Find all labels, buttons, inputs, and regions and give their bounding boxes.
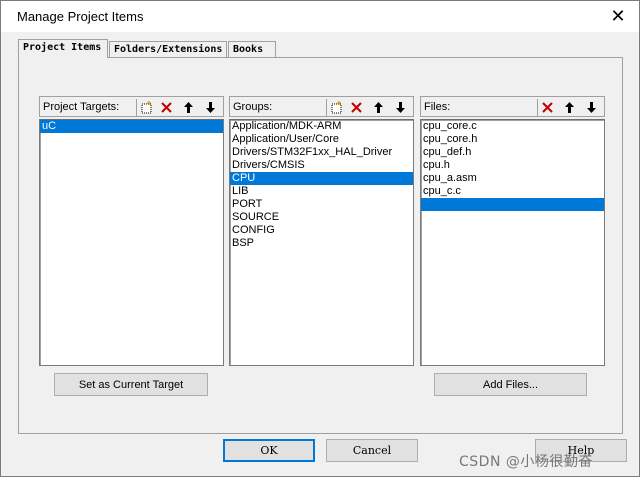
file-list-item[interactable]: cpu_a.asm	[421, 172, 604, 185]
groups-header: Groups:	[229, 96, 414, 117]
project-targets-label: Project Targets:	[43, 101, 120, 113]
tab-project-items[interactable]: Project Items	[18, 39, 108, 58]
manage-project-items-dialog: Manage Project Items ✕ Project Items Fol…	[0, 0, 640, 477]
group-list-item[interactable]: PORT	[230, 198, 413, 211]
target-list-item[interactable]: uC	[40, 120, 223, 133]
group-list-item[interactable]: CPU	[230, 172, 413, 185]
group-list-item[interactable]: CONFIG	[230, 224, 413, 237]
delete-file-icon[interactable]	[539, 99, 556, 116]
tab-books[interactable]: Books	[228, 41, 276, 58]
group-list-item[interactable]: Application/MDK-ARM	[230, 120, 413, 133]
project-items-panel: Project Targets: uC Groups: Application/…	[18, 57, 623, 434]
groups-list[interactable]: Application/MDK-ARM Application/User/Core…	[229, 119, 414, 366]
group-list-item[interactable]: Drivers/CMSIS	[230, 159, 413, 172]
project-targets-header: Project Targets:	[39, 96, 224, 117]
file-list-item[interactable]: cpu.h	[421, 159, 604, 172]
move-file-down-icon[interactable]	[583, 99, 600, 116]
tab-folders-extensions[interactable]: Folders/Extensions	[109, 41, 227, 58]
file-list-item[interactable]: cpu_c.c	[421, 185, 604, 198]
move-target-down-icon[interactable]	[202, 99, 219, 116]
dialog-title: Manage Project Items	[17, 9, 144, 24]
group-list-item[interactable]: Drivers/STM32F1xx_HAL_Driver	[230, 146, 413, 159]
move-group-down-icon[interactable]	[392, 99, 409, 116]
files-list[interactable]: cpu_core.c cpu_core.h cpu_def.h cpu.h cpu_a.…	[420, 119, 605, 366]
file-list-item[interactable]: cpu_core.c	[421, 120, 604, 133]
file-list-item[interactable]: cpu_def.h	[421, 146, 604, 159]
title-bar: Manage Project Items ✕	[1, 1, 639, 32]
ok-button[interactable]: OK	[223, 439, 315, 462]
project-targets-list[interactable]: uC	[39, 119, 224, 366]
close-icon[interactable]: ✕	[607, 5, 629, 27]
group-list-item[interactable]: BSP	[230, 237, 413, 250]
new-group-icon[interactable]	[328, 99, 345, 116]
add-files-button[interactable]: Add Files...	[434, 373, 587, 396]
group-list-item[interactable]: Application/User/Core	[230, 133, 413, 146]
group-list-item[interactable]: SOURCE	[230, 211, 413, 224]
delete-target-icon[interactable]	[158, 99, 175, 116]
group-list-item[interactable]: LIB	[230, 185, 413, 198]
move-file-up-icon[interactable]	[561, 99, 578, 116]
new-target-icon[interactable]	[138, 99, 155, 116]
file-list-item[interactable]: cpu_core.h	[421, 133, 604, 146]
move-target-up-icon[interactable]	[180, 99, 197, 116]
move-group-up-icon[interactable]	[370, 99, 387, 116]
files-label: Files:	[424, 101, 451, 113]
groups-label: Groups:	[233, 101, 273, 113]
cancel-button[interactable]: Cancel	[326, 439, 418, 462]
delete-group-icon[interactable]	[348, 99, 365, 116]
files-header: Files:	[420, 96, 605, 117]
file-list-item[interactable]	[421, 198, 604, 211]
set-as-current-target-button[interactable]: Set as Current Target	[54, 373, 208, 396]
watermark-text: CSDN @小杨很勤奋	[459, 454, 593, 470]
